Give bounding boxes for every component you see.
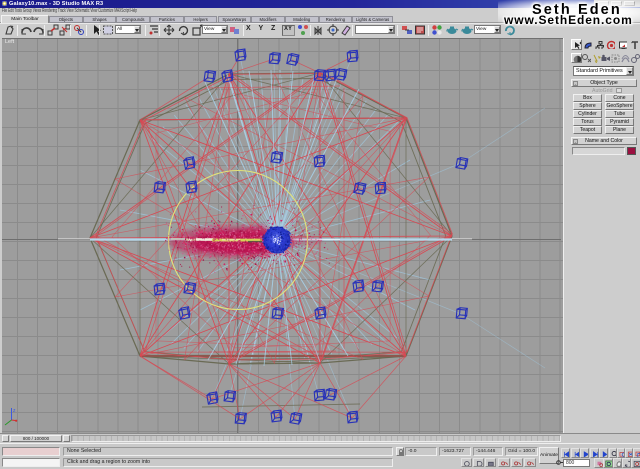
svg-text:z: z — [13, 408, 16, 414]
